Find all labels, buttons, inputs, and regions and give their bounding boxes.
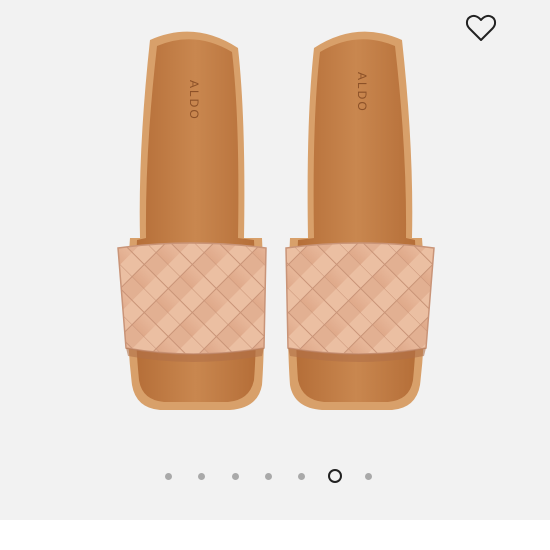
carousel-dot[interactable] — [198, 473, 205, 480]
carousel-dot[interactable] — [365, 473, 372, 480]
carousel-pagination — [0, 468, 550, 488]
left-sandal: ALDO — [117, 31, 267, 411]
favorite-button[interactable] — [462, 10, 500, 46]
carousel-dot[interactable] — [165, 473, 172, 480]
carousel-dot[interactable] — [298, 473, 305, 480]
right-sandal: ALDO — [285, 31, 435, 411]
brand-mark-left: ALDO — [187, 80, 201, 121]
product-image-gallery[interactable]: ALDO ALDO — [0, 0, 550, 520]
carousel-dot[interactable] — [265, 473, 272, 480]
heart-outline-icon — [465, 14, 497, 41]
brand-mark-right: ALDO — [355, 72, 369, 113]
bottom-panel — [0, 520, 550, 550]
product-image-sandals: ALDO ALDO — [117, 31, 435, 411]
carousel-dot[interactable] — [232, 473, 239, 480]
carousel-dot-active[interactable] — [328, 469, 342, 483]
